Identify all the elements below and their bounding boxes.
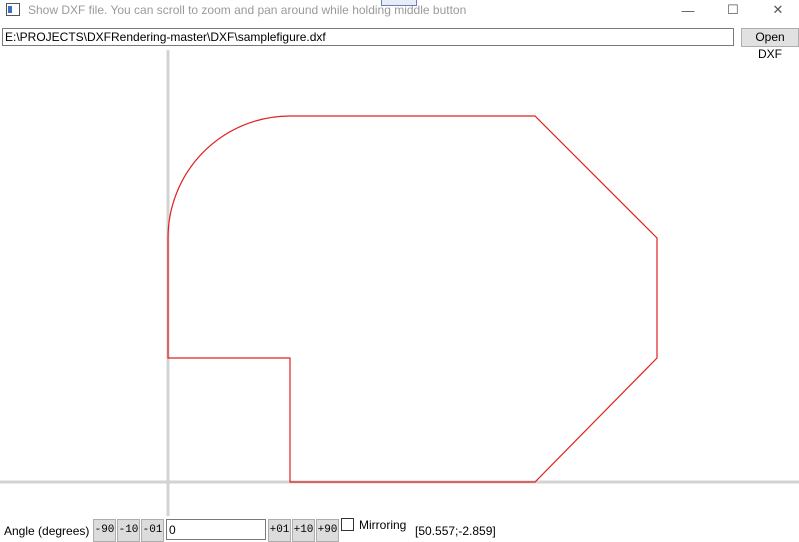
minimize-icon: —	[681, 2, 695, 18]
close-button[interactable]: ✕	[755, 0, 799, 20]
angle-plus-10-button[interactable]: +10	[292, 519, 315, 542]
angle-plus-90-button[interactable]: +90	[316, 519, 339, 542]
maximize-icon: ☐	[727, 2, 739, 17]
dxf-shape-outline	[167, 115, 658, 483]
dxf-canvas[interactable]	[0, 50, 799, 516]
bottom-toolbar: Angle (degrees) -90 -10 -01 +01 +10 +90 …	[0, 516, 799, 542]
minimize-button[interactable]: —	[665, 0, 711, 20]
close-icon: ✕	[772, 2, 784, 17]
angle-minus-10-button[interactable]: -10	[117, 519, 140, 542]
overlay-handle	[381, 0, 417, 6]
cursor-coordinates: [50.557;-2.859]	[415, 524, 496, 538]
mirroring-checkbox[interactable]	[341, 518, 354, 531]
title-bar: Show DXF file. You can scroll to zoom an…	[0, 0, 799, 22]
angle-plus-1-button[interactable]: +01	[268, 519, 291, 542]
angle-label: Angle (degrees)	[4, 524, 90, 538]
angle-input[interactable]	[166, 519, 266, 540]
angle-minus-90-button[interactable]: -90	[93, 519, 116, 542]
maximize-button[interactable]: ☐	[710, 0, 756, 20]
dxf-path-input[interactable]	[2, 28, 734, 46]
open-dxf-button[interactable]: Open DXF	[741, 28, 799, 61]
app-icon	[6, 3, 20, 16]
mirroring-label: Mirroring	[359, 518, 407, 532]
angle-minus-1-button[interactable]: -01	[141, 519, 164, 542]
